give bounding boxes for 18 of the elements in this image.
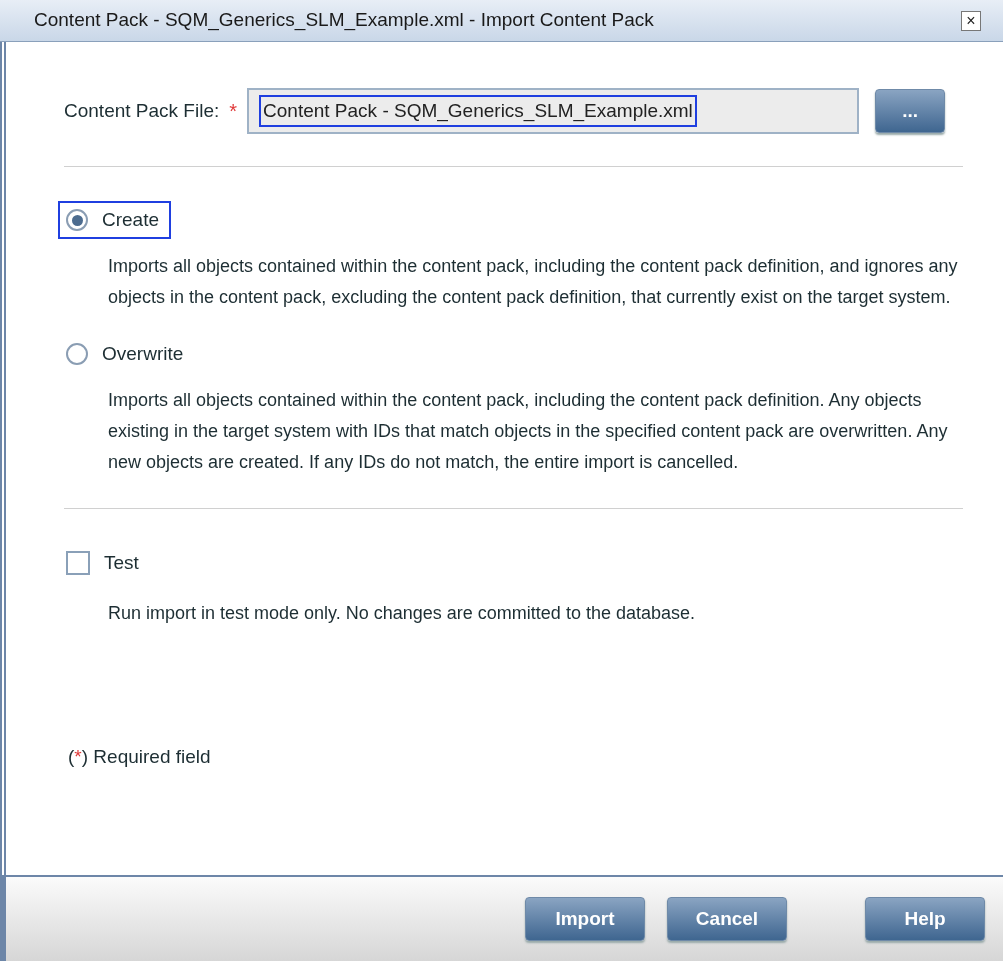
- radio-option[interactable]: Create: [58, 201, 172, 239]
- dialog-button[interactable]: Import: [525, 897, 645, 941]
- required-mark: *: [229, 99, 238, 124]
- option-description: Imports all objects contained within the content pack, including the content pack definition, and ignores any objects in the content pack, excluding the content pack definition, that currently exist on the target system.: [108, 255, 959, 309]
- option-description: Imports all objects contained within the content pack, including the content pack definition. Any objects existing in the target system with IDs that match objects in the specified content pack are overwritten. Any new objects are created. If any IDs do not match, the entire import is cancelled.: [108, 389, 949, 474]
- option-description: Run import in test mode only. No changes are committed to the database.: [108, 602, 696, 626]
- dialog-button[interactable]: Cancel: [667, 897, 787, 941]
- close-button[interactable]: ×: [961, 10, 981, 31]
- dialog-button[interactable]: Help: [865, 897, 985, 941]
- file-field[interactable]: Content Pack - SQM_Generics_SLM_Example.xml: [247, 88, 860, 134]
- radio-option[interactable]: Overwrite: [58, 335, 196, 373]
- required-note: ) Required field: [81, 745, 211, 770]
- field-label: Content Pack File:: [64, 98, 220, 123]
- required-mark: *: [74, 745, 82, 770]
- window-title: Content Pack - SQM_Generics_SLM_Example.xml - Import Content Pack: [34, 8, 654, 33]
- note-paren: (: [68, 745, 75, 770]
- test-checkbox[interactable]: Test: [66, 549, 139, 578]
- browse-button[interactable]: ...: [875, 89, 946, 133]
